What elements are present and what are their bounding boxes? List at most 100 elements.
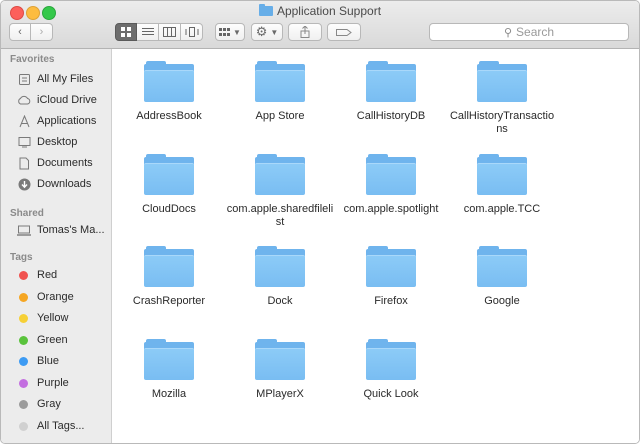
- arrange-button[interactable]: ▼: [215, 23, 245, 41]
- window-title: Application Support: [1, 4, 639, 18]
- red-tag-dot: [19, 270, 28, 280]
- folder-item[interactable]: com.apple.TCC: [447, 154, 557, 216]
- sidebar-item-documents[interactable]: Documents: [17, 154, 111, 172]
- search-field[interactable]: ⚲ Search: [429, 23, 629, 41]
- folder-icon: [255, 154, 305, 195]
- folder-item[interactable]: CallHistoryDB: [336, 61, 446, 123]
- cloud-icon: [17, 93, 31, 107]
- sidebar-item-label: Blue: [37, 355, 60, 367]
- view-mode-control: [115, 23, 203, 41]
- folder-icon: [258, 4, 273, 16]
- sidebar-item-icloud-drive[interactable]: iCloud Drive: [17, 91, 111, 109]
- sidebar-tag-green[interactable]: Green: [17, 331, 111, 349]
- sidebar-tag-blue[interactable]: Blue: [17, 352, 111, 370]
- all-tags-dot: [19, 421, 28, 431]
- folder-label: MPlayerX: [256, 388, 304, 400]
- chevron-down-icon: ▼: [270, 27, 279, 37]
- folder-label: Mozilla: [151, 388, 187, 400]
- folder-item[interactable]: CallHistoryTransactions: [447, 61, 557, 136]
- folder-label: Quick Look: [363, 388, 419, 400]
- folder-item[interactable]: Dock: [225, 246, 335, 308]
- sidebar: Favorites All My Files iCloud Drive Appl…: [1, 49, 112, 443]
- sidebar-item-desktop[interactable]: Desktop: [17, 133, 111, 151]
- sidebar-tag-gray[interactable]: Gray: [17, 395, 111, 413]
- sidebar-tag-all-tags[interactable]: All Tags...: [17, 417, 111, 435]
- folder-icon: [477, 61, 527, 102]
- sidebar-tag-yellow[interactable]: Yellow: [17, 309, 111, 327]
- folder-item[interactable]: Firefox: [336, 246, 446, 308]
- folder-icon: [366, 61, 416, 102]
- folder-icon: [144, 154, 194, 195]
- sidebar-item-all-my-files[interactable]: All My Files: [17, 70, 111, 88]
- sidebar-tag-orange[interactable]: Orange: [17, 288, 111, 306]
- folder-label: CloudDocs: [142, 203, 196, 215]
- folder-icon: [366, 246, 416, 287]
- tag-icon: [336, 28, 352, 36]
- sidebar-item-label: Documents: [37, 157, 93, 169]
- folder-icon: [366, 339, 416, 380]
- favorites-header: Favorites: [10, 54, 55, 65]
- folder-label: CrashReporter: [132, 295, 206, 307]
- folder-label: com.apple.spotlight: [343, 203, 439, 215]
- folder-item[interactable]: MPlayerX: [225, 339, 335, 401]
- share-button[interactable]: [288, 23, 322, 41]
- back-button[interactable]: ‹: [9, 23, 31, 41]
- list-view-button[interactable]: [137, 23, 159, 41]
- folder-icon: [477, 246, 527, 287]
- folder-icon: [255, 61, 305, 102]
- chevron-right-icon: ›: [39, 26, 44, 38]
- sidebar-item-shared-computer[interactable]: Tomas's Ma...: [17, 221, 111, 239]
- folder-item[interactable]: Mozilla: [114, 339, 224, 401]
- folder-item[interactable]: CrashReporter: [114, 246, 224, 308]
- folder-label: com.apple.TCC: [463, 203, 541, 215]
- gear-icon: ⚙: [255, 24, 268, 39]
- finder-window: Application Support ‹ › ▼ ⚙ ▼ ⚲ Search F…: [0, 0, 640, 444]
- blue-tag-dot: [19, 356, 28, 366]
- sidebar-item-label: Purple: [37, 377, 69, 389]
- forward-button[interactable]: ›: [31, 23, 53, 41]
- downloads-icon: [17, 177, 31, 191]
- orange-tag-dot: [19, 292, 28, 302]
- applications-icon: [17, 114, 31, 128]
- column-view-button[interactable]: [159, 23, 181, 41]
- sidebar-item-label: All My Files: [37, 73, 94, 85]
- folder-label: CallHistoryTransactions: [449, 110, 555, 135]
- folder-grid: AddressBook App Store CallHistoryDB Call…: [112, 49, 639, 443]
- arrange-grid-icon: [219, 27, 231, 36]
- sidebar-item-downloads[interactable]: Downloads: [17, 175, 111, 193]
- sidebar-item-label: Downloads: [37, 178, 92, 190]
- folder-item[interactable]: AddressBook: [114, 61, 224, 123]
- coverflow-view-button[interactable]: [181, 23, 203, 41]
- yellow-tag-dot: [19, 313, 28, 323]
- folder-item[interactable]: CloudDocs: [114, 154, 224, 216]
- folder-item[interactable]: com.apple.sharedfilelist: [225, 154, 335, 229]
- folder-item[interactable]: Google: [447, 246, 557, 308]
- tags-header: Tags: [10, 252, 33, 263]
- folder-icon: [144, 246, 194, 287]
- folder-icon: [144, 339, 194, 380]
- folder-icon: [366, 154, 416, 195]
- sidebar-item-label: Applications: [37, 115, 97, 127]
- sidebar-tag-red[interactable]: Red: [17, 266, 111, 284]
- search-placeholder: Search: [516, 25, 555, 39]
- chevron-left-icon: ‹: [18, 26, 22, 38]
- share-icon: [300, 26, 310, 38]
- sidebar-item-label: Gray: [37, 398, 61, 410]
- sidebar-item-label: Yellow: [37, 312, 69, 324]
- action-button[interactable]: ⚙ ▼: [251, 23, 283, 41]
- edit-tags-button[interactable]: [327, 23, 361, 41]
- folder-item[interactable]: App Store: [225, 61, 335, 123]
- sidebar-item-label: Desktop: [37, 136, 78, 148]
- sidebar-tag-purple[interactable]: Purple: [17, 374, 111, 392]
- sidebar-item-label: Tomas's Ma...: [37, 224, 105, 236]
- sidebar-item-applications[interactable]: Applications: [17, 112, 111, 130]
- folder-label: Google: [484, 295, 520, 307]
- folder-icon: [255, 339, 305, 380]
- folder-item[interactable]: Quick Look: [336, 339, 446, 401]
- icon-view-button[interactable]: [115, 23, 137, 41]
- purple-tag-dot: [19, 378, 28, 388]
- sidebar-item-label: All Tags...: [37, 420, 85, 432]
- folder-item[interactable]: com.apple.spotlight: [336, 154, 446, 216]
- list-icon: [141, 28, 154, 35]
- sidebar-item-label: iCloud Drive: [37, 94, 97, 106]
